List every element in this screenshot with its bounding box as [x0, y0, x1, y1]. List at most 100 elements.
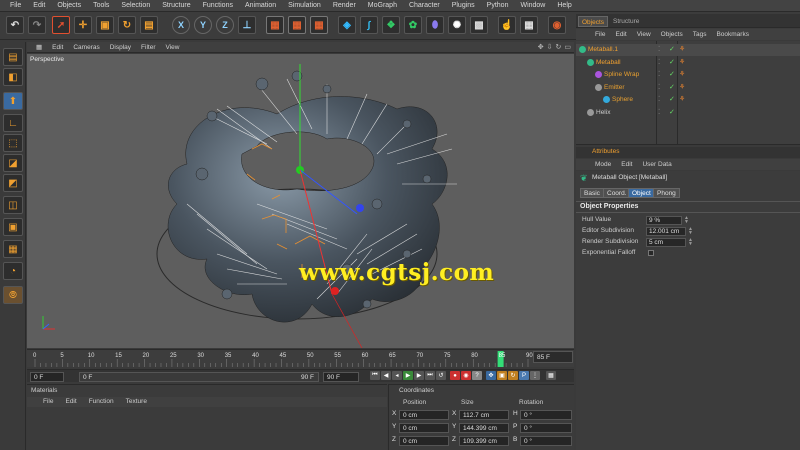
- object-row[interactable]: Sphere ⁚ ✓ ⚘: [576, 94, 800, 106]
- edges-mode-icon[interactable]: ◪: [3, 154, 23, 172]
- tweak-mode-icon[interactable]: ▣: [3, 218, 23, 236]
- rotation-h-field[interactable]: 0 °: [520, 410, 572, 420]
- rotation-p-field[interactable]: 0 °: [520, 423, 572, 433]
- tab-object[interactable]: Object: [628, 188, 655, 198]
- light-icon[interactable]: ☝: [498, 16, 516, 34]
- property-value-field[interactable]: 5 cm: [646, 238, 686, 247]
- viewport-menu-view[interactable]: View: [161, 44, 185, 51]
- texture-mode-icon[interactable]: ⬆: [3, 92, 23, 110]
- rotation-key-icon[interactable]: ↻: [508, 371, 518, 380]
- point-level-key-icon[interactable]: ⋮: [530, 371, 540, 380]
- enabled-check-icon[interactable]: ✓: [669, 69, 675, 81]
- materials-menu-function[interactable]: Function: [83, 397, 120, 407]
- menu-simulation[interactable]: Simulation: [282, 2, 327, 9]
- tab-basic[interactable]: Basic: [580, 188, 604, 198]
- object-row[interactable]: Spline Wrap ⁚ ✓ ⚘: [576, 69, 800, 81]
- position-y-field[interactable]: 0 cm: [399, 423, 449, 433]
- x-axis-lock-button[interactable]: X: [172, 16, 190, 34]
- menu-render[interactable]: Render: [327, 2, 362, 9]
- rotation-b-field[interactable]: 0 °: [520, 436, 572, 446]
- enabled-check-icon[interactable]: ✓: [669, 94, 675, 106]
- visibility-dots-icon[interactable]: ⁚: [658, 57, 660, 69]
- object-row[interactable]: Helix ⁚ ✓: [576, 107, 800, 119]
- end-frame-field[interactable]: 90 F: [323, 372, 359, 382]
- range-slider[interactable]: 0 F 90 F: [79, 372, 319, 382]
- start-frame-field[interactable]: 0 F: [30, 372, 64, 382]
- rotate-view-icon[interactable]: ↻: [556, 43, 562, 51]
- visibility-dots-icon[interactable]: ⁚: [658, 94, 660, 106]
- tab-coord[interactable]: Coord.: [603, 188, 631, 198]
- timeline-ruler[interactable]: 0 5 10 15 20 25 30 35 40 45 50 55 60 65 70 75 80 85 90: [27, 349, 574, 367]
- camera-icon[interactable]: ▩: [470, 16, 488, 34]
- object-name[interactable]: Sphere: [612, 94, 633, 106]
- materials-menu-texture[interactable]: Texture: [120, 397, 153, 407]
- position-z-field[interactable]: 0 cm: [399, 436, 449, 446]
- subdivision-surface-icon[interactable]: ❖: [382, 16, 400, 34]
- position-x-field[interactable]: 0 cm: [399, 410, 449, 420]
- axis-mode-icon[interactable]: ◫: [3, 196, 23, 214]
- coordinate-system-icon[interactable]: ⊥: [238, 16, 256, 34]
- points-mode-icon[interactable]: ⬚: [3, 134, 23, 152]
- play-forward-icon[interactable]: ▶: [403, 371, 413, 380]
- property-value-field[interactable]: 12.001 cm: [646, 227, 686, 236]
- object-name[interactable]: Metaball: [596, 57, 621, 69]
- object-row[interactable]: Metaball.1 ⁚ ✓ ⚘: [576, 44, 800, 56]
- object-row[interactable]: Metaball ⁚ ✓ ⚘: [576, 57, 800, 69]
- menu-mograph[interactable]: MoGraph: [362, 2, 403, 9]
- object-name[interactable]: Helix: [596, 107, 610, 119]
- visibility-dots-icon[interactable]: ⁚: [658, 69, 660, 81]
- z-axis-lock-button[interactable]: Z: [216, 16, 234, 34]
- materials-menu-edit[interactable]: Edit: [59, 397, 82, 407]
- model-mode-icon[interactable]: ◧: [3, 68, 23, 86]
- size-z-field[interactable]: 109.399 cm: [459, 436, 509, 446]
- attributes-menu-user-data[interactable]: User Data: [637, 159, 676, 170]
- z-axis-knob[interactable]: [356, 204, 364, 212]
- menu-selection[interactable]: Selection: [115, 2, 156, 9]
- object-tag-icon[interactable]: ⚘: [679, 94, 685, 106]
- enabled-check-icon[interactable]: ✓: [669, 44, 675, 56]
- objects-menu-tags[interactable]: Tags: [688, 29, 712, 40]
- value-stepper-icon[interactable]: ▲ ▼: [688, 227, 693, 236]
- spline-pen-icon[interactable]: ∫: [360, 16, 378, 34]
- object-tag-icon[interactable]: ⚘: [679, 82, 685, 94]
- menu-edit[interactable]: Edit: [27, 2, 51, 9]
- go-to-end-icon[interactable]: ⏭: [425, 371, 435, 380]
- value-stepper-icon[interactable]: ▲ ▼: [684, 216, 689, 225]
- previous-key-icon[interactable]: ◀: [381, 371, 391, 380]
- workplane-icon[interactable]: ∟: [3, 114, 23, 132]
- loop-icon[interactable]: ↺: [436, 371, 446, 380]
- object-tag-icon[interactable]: ⚘: [679, 57, 685, 69]
- visibility-dots-icon[interactable]: ⁚: [658, 107, 660, 119]
- viewport-menu-cameras[interactable]: Cameras: [68, 44, 104, 51]
- maximize-view-icon[interactable]: ▭: [564, 43, 571, 51]
- tab-structure[interactable]: Structure: [610, 16, 642, 27]
- timeline-layout-icon[interactable]: ▦: [546, 371, 556, 380]
- viewport-menu-display[interactable]: Display: [105, 44, 136, 51]
- recent-tools-icon[interactable]: ▤: [140, 16, 158, 34]
- enabled-check-icon[interactable]: ✓: [669, 57, 675, 69]
- objects-menu-bookmarks[interactable]: Bookmarks: [711, 29, 754, 40]
- play-backward-icon[interactable]: ◂: [392, 371, 402, 380]
- menu-tools[interactable]: Tools: [87, 2, 115, 9]
- size-y-field[interactable]: 144.399 cm: [459, 423, 509, 433]
- menu-animation[interactable]: Animation: [239, 2, 282, 9]
- visibility-dots-icon[interactable]: ⁚: [658, 44, 660, 56]
- objects-menu-edit[interactable]: Edit: [610, 29, 631, 40]
- scene-icon[interactable]: ✺: [448, 16, 466, 34]
- parameter-key-icon[interactable]: P: [519, 371, 529, 380]
- tab-objects[interactable]: Objects: [578, 16, 609, 27]
- snap-icon[interactable]: ▦: [3, 240, 23, 258]
- menu-structure[interactable]: Structure: [156, 2, 196, 9]
- enabled-check-icon[interactable]: ✓: [669, 107, 675, 119]
- move-view-icon[interactable]: ✥: [538, 43, 544, 51]
- property-value-field[interactable]: 9 %: [646, 216, 682, 225]
- attributes-menu-edit[interactable]: Edit: [616, 159, 637, 170]
- make-editable-icon[interactable]: ▤: [3, 48, 23, 66]
- tab-phong[interactable]: Phong: [653, 188, 680, 198]
- menu-window[interactable]: Window: [514, 2, 551, 9]
- menu-file[interactable]: File: [4, 2, 27, 9]
- object-name[interactable]: Spline Wrap: [604, 69, 639, 81]
- perspective-viewport[interactable]: Perspective www.cgtsj.com: [27, 54, 574, 348]
- sculpt-icon[interactable]: ⦾: [3, 286, 23, 304]
- enabled-check-icon[interactable]: ✓: [669, 82, 675, 94]
